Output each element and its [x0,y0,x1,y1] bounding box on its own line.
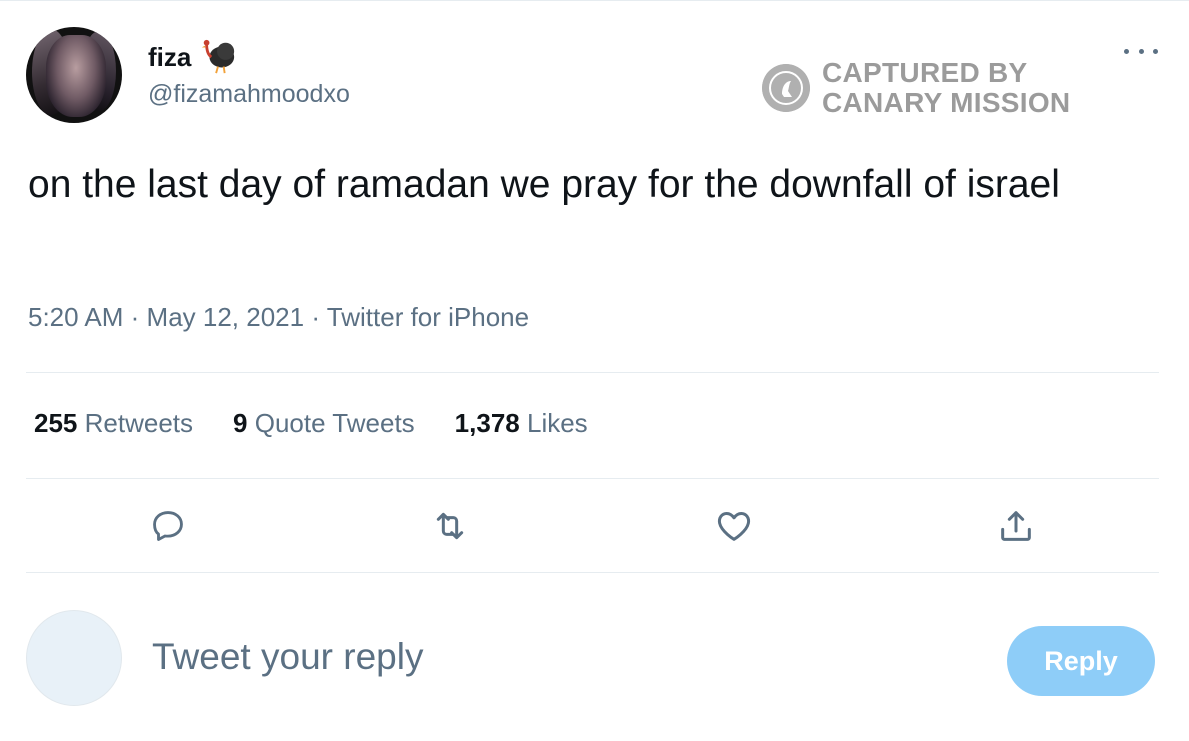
canary-logo-icon [762,64,810,112]
dot [1138,48,1144,54]
tweet-meta: 5:20 AM · May 12, 2021 · Twitter for iPh… [28,302,529,333]
more-options-icon[interactable] [1124,44,1158,58]
divider [26,372,1159,373]
avatar-face [46,35,106,117]
tweet-time[interactable]: 5:20 AM [28,302,123,332]
heart-icon [717,512,751,541]
reply-submit-button[interactable]: Reply [1007,626,1155,696]
watermark-line-2: CANARY MISSION [822,87,1071,118]
share-button-action[interactable] [996,506,1036,546]
reply-input[interactable] [152,636,912,678]
dot [1124,48,1129,54]
author-handle[interactable]: @fizamahmoodxo [148,80,350,109]
canary-mission-watermark: CAPTURED BY CANARY MISSION [762,58,1070,118]
author-display-name[interactable]: fiza [148,38,237,76]
display-name-text: fiza [148,41,192,72]
author-avatar[interactable] [26,27,122,123]
dot [1153,48,1158,54]
watermark-line-1: CAPTURED BY [822,57,1028,88]
tweet-source[interactable]: Twitter for iPhone [327,302,529,332]
reply-button-action[interactable] [148,506,188,546]
tweet-date[interactable]: May 12, 2021 [147,302,305,332]
retweet-icon [436,512,464,540]
tweet-stats: 255 Retweets 9 Quote Tweets 1,378 Likes [34,408,588,439]
like-button-action[interactable] [714,506,754,546]
tweet-text: on the last day of ramadan we pray for t… [28,163,1060,206]
watermark-text: CAPTURED BY CANARY MISSION [822,58,1070,118]
retweets-label: Retweets [84,408,194,438]
retweet-button-action[interactable] [430,506,470,546]
likes-stat[interactable]: 1,378 Likes [455,408,588,439]
likes-label: Likes [526,408,588,438]
meta-separator: · [311,302,321,332]
reply-icon [153,511,183,541]
turkey-icon [202,39,235,74]
quote-tweets-stat[interactable]: 9 Quote Tweets [233,408,415,439]
divider [26,478,1159,479]
meta-separator: · [130,302,140,332]
retweets-stat[interactable]: 255 Retweets [34,408,193,439]
share-icon [1001,511,1031,541]
quote-tweets-count: 9 [233,408,248,438]
current-user-avatar[interactable] [26,610,122,706]
likes-count: 1,378 [454,408,520,438]
quote-tweets-label: Quote Tweets [254,408,415,438]
divider [26,572,1159,573]
top-divider [0,0,1189,1]
retweets-count: 255 [34,408,78,438]
